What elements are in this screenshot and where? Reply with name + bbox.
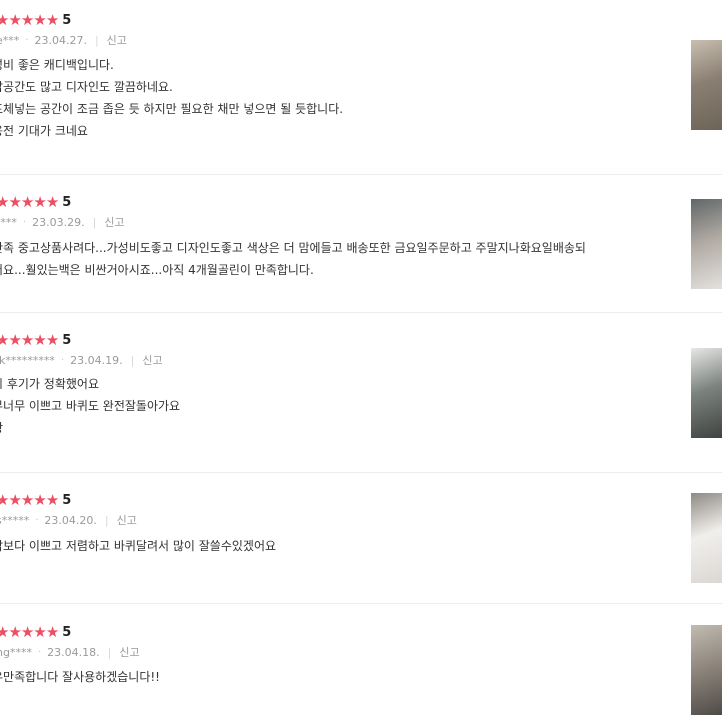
review-photo-thumbnail[interactable] [691,625,722,715]
review-date: 23.04.19. [70,353,123,367]
star-icon: ★ [33,10,46,29]
review-list: ★★★★★5e***·23.04.27.|신고성비 좋은 캐디백입니다.납공간도… [0,0,722,722]
star-icon: ★ [0,622,9,641]
star-icon: ★ [45,330,59,349]
review-date: 23.04.27. [34,33,87,47]
review-date: 23.03.29. [32,215,85,229]
rating-row: ★ ★ ★ ★ ★ 5 [0,490,71,510]
review-text-line: 어요...훨있는백은 비싼거아시죠...아직 4개월골린이 만족합니다. [0,263,314,277]
star-icon: ★ [0,10,9,29]
star-icon: ★ [45,192,59,211]
rating-row: ★ ★ ★ ★ ★ 5 [0,10,71,30]
review-divider [0,312,722,313]
review-photo-thumbnail[interactable] [691,199,722,289]
review-text: 각보다 이쁘고 저렴하고 바퀴달려서 많이 잘쓸수있겠어요 [0,535,668,557]
review-date: 23.04.18. [47,645,100,659]
separator-bar: | [130,353,135,367]
rating-row: ★ ★ ★ ★ ★ 5 [0,330,71,350]
star-icon: ★ [0,330,9,349]
review-text-line: 용전 기대가 크네요 [0,124,88,138]
star-icon: ★ [8,490,21,509]
separator-bar: | [107,645,112,659]
review-meta: e*** · 23.04.27. | 신고 [0,30,127,50]
review-text-line: 시 후기가 정확했어요 [0,377,99,391]
rating-row: ★ ★ ★ ★ ★ 5 [0,192,71,212]
star-icon: ★ [45,490,59,509]
review-photo-thumbnail[interactable] [691,348,722,438]
reviewer-name: !*** [0,215,17,229]
separator-bar: | [104,513,109,527]
review-text: 성비 좋은 캐디백입니다. 납공간도 많고 디자인도 깔끔하네요. 프체넣는 공간이… [0,54,668,142]
star-icon: ★ [33,622,46,641]
star-icon: ★ [45,622,59,641]
rating-value: 5 [62,12,72,28]
review-meta: s***** · 23.04.20. | 신고 [0,510,137,530]
review-divider [0,603,722,604]
rating-value: 5 [62,624,72,640]
star-icon: ★ [20,330,34,349]
review-text-line: 무너무 이쁘고 바퀴도 완전잘돌아가요 [0,399,181,413]
report-link[interactable]: 신고 [107,32,127,48]
review-photo-thumbnail[interactable] [691,493,722,583]
review-text: 우만족합니다 잘사용하겠습니다!! [0,666,668,688]
star-icon: ★ [8,10,21,29]
report-link[interactable]: 신고 [104,214,124,230]
review-text-line: 광 [0,417,668,439]
separator-dot: · [22,216,27,228]
review-text-line: 만족 중고상품사려다...가성비도좋고 디자인도좋고 색상은 더 맘에들고 배송… [0,241,586,255]
star-icon: ★ [33,192,46,211]
reviewer-name: ng**** [0,645,32,659]
review-text-line: 프체넣는 공간이 조금 좁은 듯 하지만 필요한 채만 넣으면 될 듯합니다. [0,102,344,116]
separator-dot: · [35,514,39,526]
review-photo-thumbnail[interactable] [691,40,722,130]
star-icon: ★ [45,10,59,29]
rating-value: 5 [62,194,72,210]
reviewer-name: e*** [0,33,20,47]
review-text-line: 납공간도 많고 디자인도 깔끔하네요. [0,80,173,94]
review-meta: ik********* · 23.04.19. | 신고 [0,350,163,370]
rating-row: ★ ★ ★ ★ ★ 5 [0,622,71,642]
review-text-line: 성비 좋은 캐디백입니다. [0,58,114,72]
star-icon: ★ [0,192,9,211]
star-icon: ★ [8,330,21,349]
review-text-line: 우만족합니다 잘사용하겠습니다!! [0,670,160,684]
review-meta: !*** · 23.03.29. | 신고 [0,212,125,232]
star-icon: ★ [0,490,9,509]
star-icon: ★ [8,622,21,641]
reviewer-name: s***** [0,513,30,527]
report-link[interactable]: 신고 [142,352,162,368]
separator-dot: · [37,646,42,658]
review-date: 23.04.20. [44,513,97,527]
separator-bar: | [94,33,99,47]
star-icon: ★ [20,490,34,509]
rating-value: 5 [62,492,72,508]
star-icon: ★ [20,10,34,29]
star-icon: ★ [8,192,21,211]
review-text-line: 각보다 이쁘고 저렴하고 바퀴달려서 많이 잘쓸수있겠어요 [0,539,277,553]
star-icon: ★ [33,330,46,349]
report-link[interactable]: 신고 [119,644,139,660]
review-divider [0,174,722,175]
separator-dot: · [60,354,65,366]
rating-value: 5 [62,332,72,348]
review-meta: ng**** · 23.04.18. | 신고 [0,642,140,662]
report-link[interactable]: 신고 [117,512,137,528]
separator-dot: · [25,34,29,46]
separator-bar: | [92,215,97,229]
star-icon: ★ [33,490,46,509]
review-text: 만족 중고상품사려다...가성비도좋고 디자인도좋고 색상은 더 맘에들고 배송… [0,237,668,281]
star-icon: ★ [20,622,34,641]
review-divider [0,472,722,473]
star-icon: ★ [20,192,34,211]
reviewer-name: ik********* [0,353,55,367]
review-text: 시 후기가 정확했어요무너무 이쁘고 바퀴도 완전잘돌아가요광 [0,373,668,439]
